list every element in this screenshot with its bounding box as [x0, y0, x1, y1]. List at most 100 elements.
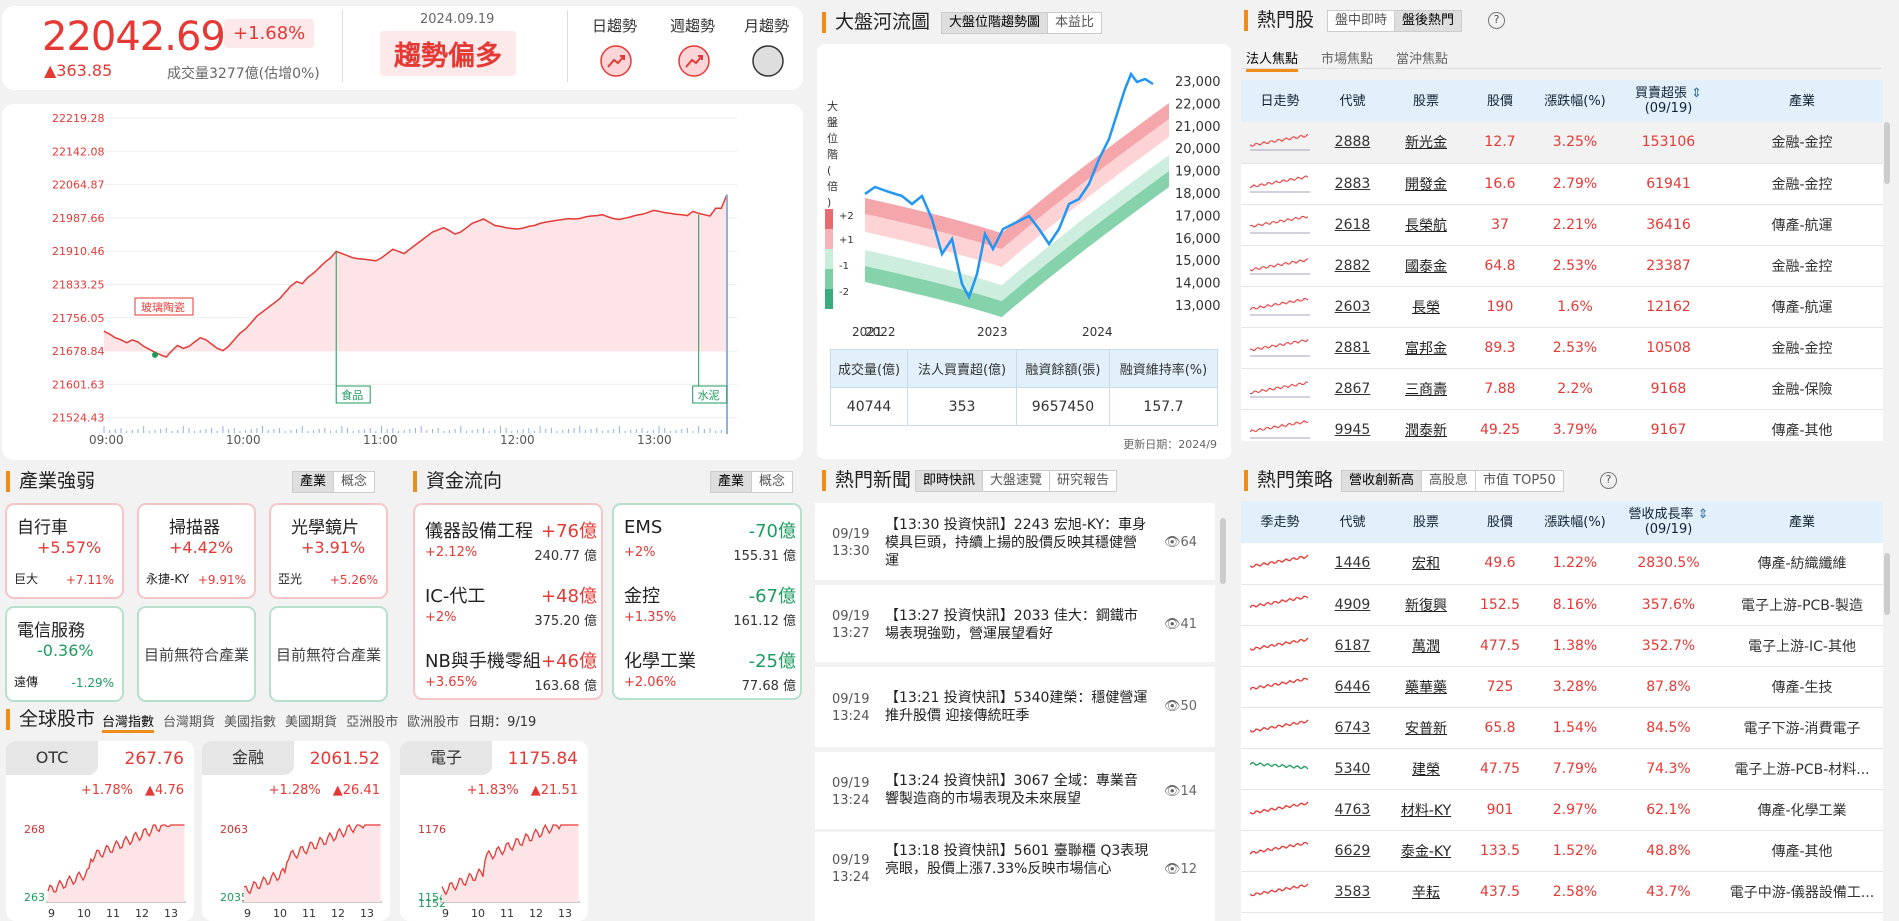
news-item[interactable]: 09/19 13:30 【13:30 投資快訊】2243 宏旭-KY：車身模具巨頭…	[815, 503, 1215, 580]
tab-news-realtime[interactable]: 即時快訊	[916, 471, 984, 491]
global-market-card[interactable]: 金融 2061.52 +1.28% ▲26.41 2063 2035 9 10 11 12 13	[202, 741, 390, 921]
flow-item[interactable]: NB與手機零組件 +46億 +3.65% 163.68 億	[425, 647, 597, 699]
river-chart[interactable]: 23,000 22,000 21,000 20,000 19,000 18,000 17,0…	[817, 44, 1231, 344]
tab-revenue-high[interactable]: 營收創新高	[1342, 471, 1423, 491]
stock-name[interactable]: 三商壽	[1386, 368, 1466, 410]
stock-name[interactable]: 富邦金	[1386, 327, 1466, 369]
col-header-sortable[interactable]: 營收成長率 ⇕ (09/19)	[1616, 501, 1721, 543]
table-row[interactable]: 6743 安普新 65.8 1.54% 84.5% 電子下游-消費電子	[1241, 707, 1883, 749]
tab-concept[interactable]: 概念	[334, 472, 374, 492]
table-row[interactable]: 2881 富邦金 89.3 2.53% 10508 金融-金控	[1241, 327, 1883, 369]
tab-flow-industry[interactable]: 產業	[711, 472, 753, 492]
tab-us-futures[interactable]: 美國期貨	[285, 711, 337, 733]
stock-code[interactable]: 9945	[1319, 409, 1386, 441]
flow-item[interactable]: 金控 -67億 +1.35% 161.12 億	[624, 582, 796, 629]
help-icon[interactable]: ?	[1600, 472, 1617, 489]
flow-item[interactable]: EMS -70億 +2% 155.31 億	[624, 517, 796, 564]
stock-name[interactable]: 長榮航	[1386, 204, 1466, 246]
stock-code[interactable]: 6743	[1319, 707, 1386, 749]
col-header-sortable[interactable]: 買賣超張 ⇕ (09/19)	[1616, 80, 1721, 122]
stock-name[interactable]: 材料-KY	[1386, 789, 1466, 831]
stock-code[interactable]: 2888	[1319, 122, 1386, 164]
flow-item[interactable]: IC-代工 +48億 +2% 375.20 億	[425, 582, 597, 629]
stock-code[interactable]: 6187	[1319, 625, 1386, 667]
stock-code[interactable]: 2867	[1319, 368, 1386, 410]
table-row[interactable]: 1446 宏和 49.6 1.22% 2830.5% 傳產-紡織纖維	[1241, 543, 1883, 585]
table-row[interactable]: 4909 新復興 152.5 8.16% 357.6% 電子上游-PCB-製造	[1241, 584, 1883, 626]
intraday-chart[interactable]: 22219.28 22142.08 22064.87 21987.66 21910.46…	[2, 104, 803, 460]
sort-icon[interactable]: ⇕	[1691, 86, 1702, 101]
global-market-card[interactable]: 電子 1175.84 +1.83% ▲21.51 1176 1154 1152 9 10 11 12…	[400, 741, 588, 921]
table-row[interactable]: 2618 長榮航 37 2.21% 36416 傳產-航運	[1241, 204, 1883, 246]
tab-news-research[interactable]: 研究報告	[1050, 471, 1116, 491]
news-item[interactable]: 09/19 13:24 【13:21 投資快訊】5340建榮：穩健營運推升股價 迎…	[815, 667, 1215, 747]
table-row[interactable]: 6446 藥華藥 725 3.28% 87.8% 傳產-生技	[1241, 666, 1883, 708]
help-icon[interactable]: ?	[1488, 12, 1505, 29]
table-row[interactable]: 2883 開發金 16.6 2.79% 61941 金融-金控	[1241, 163, 1883, 205]
tab-hot-after[interactable]: 盤後熱門	[1395, 11, 1462, 31]
stock-name[interactable]: 新復興	[1386, 584, 1466, 626]
industry-card[interactable]: 電信服務 -0.36% 遠傳 -1.29%	[5, 606, 124, 702]
industry-card[interactable]: 光學鏡片 +3.91% 亞光 +5.26%	[269, 503, 388, 599]
tab-tw-futures[interactable]: 台灣期貨	[163, 711, 215, 733]
tab-asia[interactable]: 亞洲股市	[346, 711, 398, 733]
tab-us-index[interactable]: 美國指數	[224, 711, 276, 733]
stock-name[interactable]: 開發金	[1386, 163, 1466, 205]
stock-name[interactable]: 建榮	[1386, 748, 1466, 790]
industry-card[interactable]: 自行車 +5.57% 巨大 +7.11%	[5, 503, 124, 599]
tab-industry[interactable]: 產業	[293, 472, 335, 492]
stock-name[interactable]: 萬潤	[1386, 625, 1466, 667]
tab-news-market[interactable]: 大盤速覽	[983, 471, 1051, 491]
news-item[interactable]: 09/19 13:24 【13:18 投資快訊】5601 臺聯櫃 Q3表現亮眼，股…	[815, 832, 1215, 921]
stock-name[interactable]: 潤泰新	[1386, 409, 1466, 441]
hot-scrollbar[interactable]	[1884, 122, 1890, 184]
tab-river-trend[interactable]: 大盤位階趨勢圖	[942, 13, 1049, 33]
stock-code[interactable]: 2881	[1319, 327, 1386, 369]
subtab-market[interactable]: 市場焦點	[1321, 48, 1373, 67]
stock-name[interactable]: 長榮	[1386, 286, 1466, 328]
stock-code[interactable]: 2882	[1319, 245, 1386, 287]
table-row[interactable]: 9945 潤泰新 49.25 3.79% 9167 傳產-其他	[1241, 409, 1883, 441]
stock-code[interactable]: 6446	[1319, 666, 1386, 708]
stock-code[interactable]: 2618	[1319, 204, 1386, 246]
stock-name[interactable]: 國泰金	[1386, 245, 1466, 287]
tab-high-dividend[interactable]: 高股息	[1422, 471, 1477, 491]
news-item[interactable]: 09/19 13:24 【13:24 投資快訊】3067 全域：專業音響製造商的市…	[815, 752, 1215, 829]
table-row[interactable]: 2867 三商壽 7.88 2.2% 9168 金融-保險	[1241, 368, 1883, 410]
stock-code[interactable]: 5340	[1319, 748, 1386, 790]
tab-hot-realtime[interactable]: 盤中即時	[1328, 11, 1396, 31]
table-row[interactable]: 3583 辛耘 437.5 2.58% 43.7% 電子中游-儀器設備工...	[1241, 871, 1883, 913]
stock-code[interactable]: 2603	[1319, 286, 1386, 328]
stock-name[interactable]: 泰金-KY	[1386, 830, 1466, 872]
stock-name[interactable]: 宏和	[1386, 543, 1466, 585]
global-market-card[interactable]: OTC 267.76 +1.78% ▲4.76 268 263 9 10 11 12 13	[6, 741, 194, 921]
sort-icon[interactable]: ⇕	[1698, 507, 1709, 522]
table-row[interactable]: 5340 建榮 47.75 7.79% 74.3% 電子上游-PCB-材料...	[1241, 748, 1883, 790]
subtab-institutional[interactable]: 法人焦點	[1246, 48, 1299, 72]
stock-code[interactable]: 1446	[1319, 543, 1386, 585]
strategy-scrollbar[interactable]	[1884, 553, 1890, 615]
flow-item[interactable]: 儀器設備工程 +76億 +2.12% 240.77 億	[425, 517, 597, 564]
stock-code[interactable]: 6629	[1319, 830, 1386, 872]
news-scrollbar[interactable]	[1220, 518, 1226, 584]
table-row[interactable]: 6629 泰金-KY 133.5 1.52% 48.8% 傳產-其他	[1241, 830, 1883, 872]
table-row[interactable]: 2888 新光金 12.7 3.25% 153106 金融-金控	[1241, 122, 1883, 164]
flow-item[interactable]: 化學工業 -25億 +2.06% 77.68 億	[624, 647, 796, 694]
tab-top50[interactable]: 市值 TOP50	[1476, 471, 1563, 491]
weekly-trend-up-icon[interactable]	[677, 44, 711, 78]
tab-river-pe[interactable]: 本益比	[1048, 13, 1101, 33]
stock-code[interactable]: 3583	[1319, 871, 1386, 913]
stock-name[interactable]: 安普新	[1386, 707, 1466, 749]
tab-flow-concept[interactable]: 概念	[752, 472, 792, 492]
daily-trend-up-icon[interactable]	[599, 44, 633, 78]
stock-code[interactable]: 4763	[1319, 789, 1386, 831]
news-item[interactable]: 09/19 13:27 【13:27 投資快訊】2033 佳大：鋼鐵市場表現強勁，…	[815, 585, 1215, 662]
monthly-trend-neutral-icon[interactable]	[751, 44, 785, 78]
table-row[interactable]: 2882 國泰金 64.8 2.53% 23387 金融-金控	[1241, 245, 1883, 287]
stock-code[interactable]: 2883	[1319, 163, 1386, 205]
tab-tw-index[interactable]: 台灣指數	[102, 711, 155, 733]
table-row[interactable]: 2603 長榮 190 1.6% 12162 傳產-航運	[1241, 286, 1883, 328]
table-row[interactable]: 6187 萬潤 477.5 1.38% 352.7% 電子上游-IC-其他	[1241, 625, 1883, 667]
tab-europe[interactable]: 歐洲股市	[407, 711, 459, 733]
stock-code[interactable]: 4909	[1319, 584, 1386, 626]
